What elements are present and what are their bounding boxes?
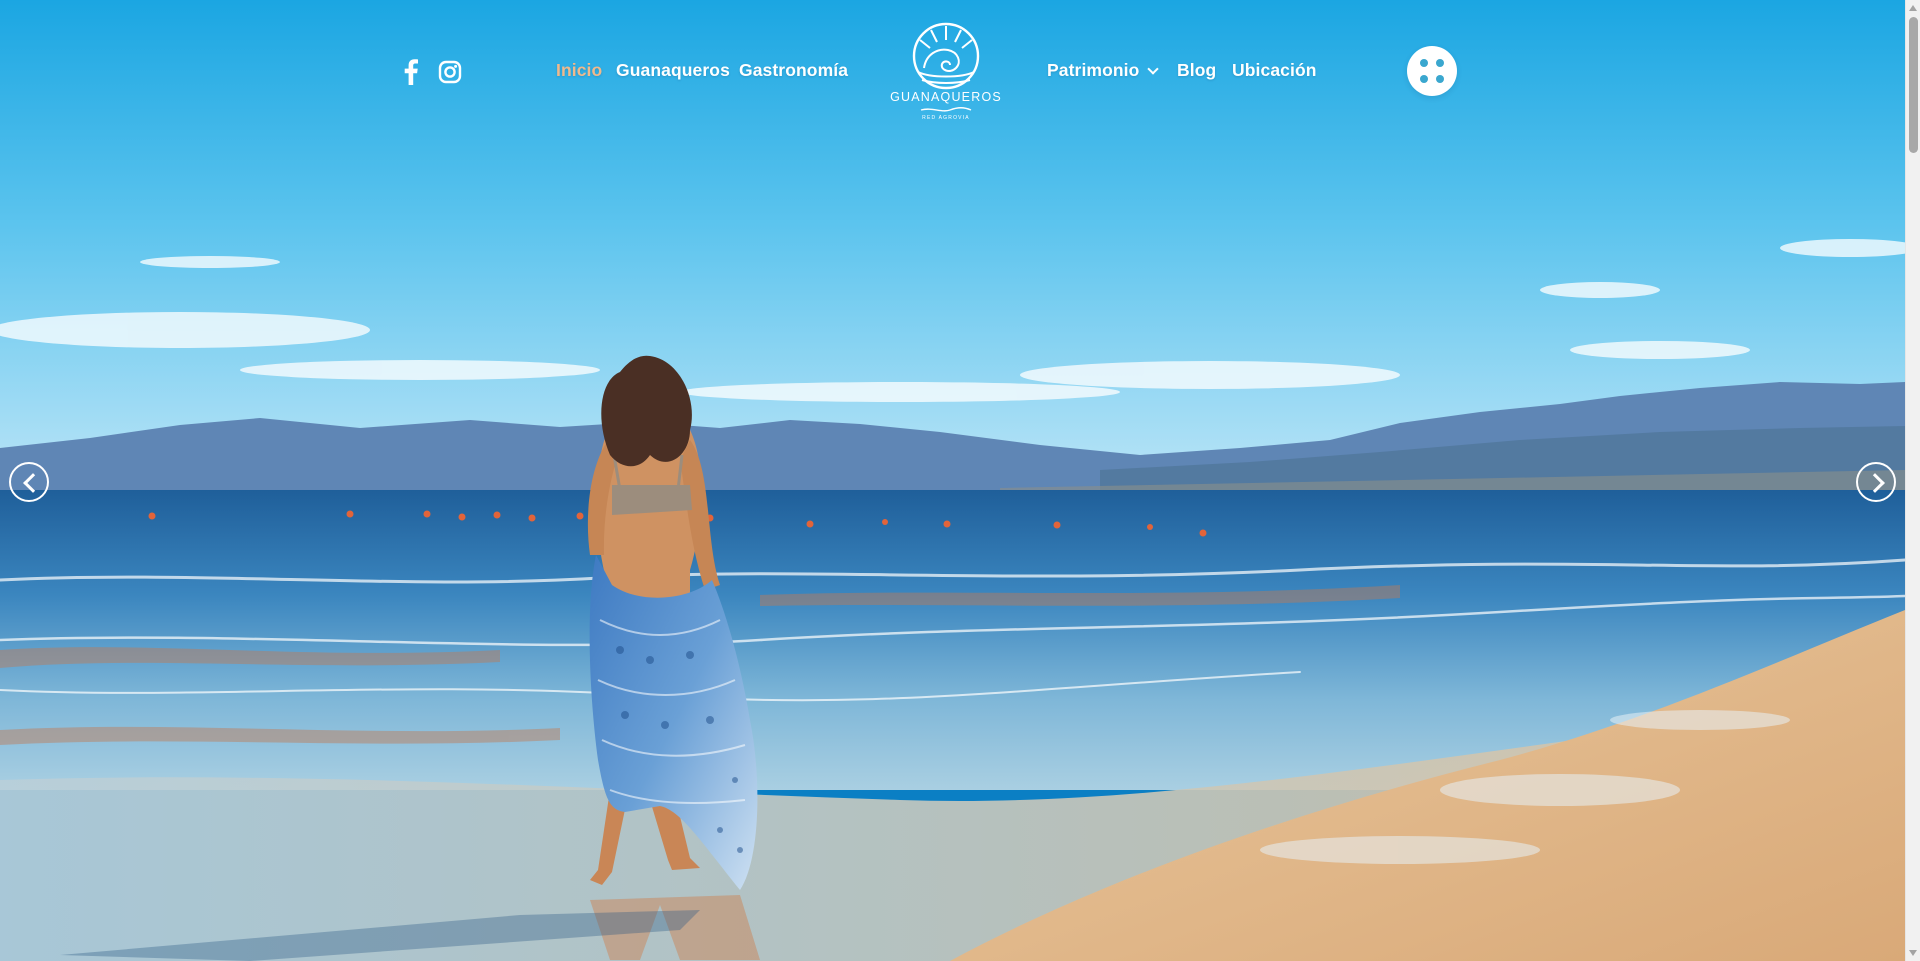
menu-toggle-button[interactable] (1407, 46, 1457, 96)
logo-wordmark: GUANAQUEROS (890, 90, 1002, 104)
logo-wave-divider (920, 107, 972, 112)
page-scrollbar[interactable] (1905, 0, 1920, 961)
instagram-icon (438, 60, 462, 84)
nav-blog[interactable]: Blog (1177, 60, 1216, 86)
hero-beach-photo (0, 0, 1905, 961)
slider-prev-button[interactable] (9, 462, 49, 502)
facebook-icon (404, 59, 418, 85)
site-header: Inicio Guanaqueros Gastronomía GUANAQUER… (0, 0, 1905, 130)
logo-tagline: RED AGROVIA (922, 115, 970, 121)
chevron-down-icon (1147, 63, 1160, 75)
scrollbar-thumb[interactable] (1909, 17, 1918, 153)
facebook-link[interactable] (395, 56, 427, 88)
nav-guanaqueros[interactable]: Guanaqueros (616, 60, 730, 86)
shell-sun-logo-icon (912, 22, 980, 90)
site-logo[interactable]: GUANAQUEROS RED AGROVIA (890, 20, 1002, 126)
hero-slide (0, 0, 1905, 961)
nav-ubicacion[interactable]: Ubicación (1232, 60, 1317, 86)
instagram-link[interactable] (434, 56, 466, 88)
nav-patrimonio-label: Patrimonio (1047, 60, 1140, 80)
scroll-up-arrow-icon[interactable] (1909, 5, 1917, 11)
scroll-down-arrow-icon[interactable] (1909, 950, 1917, 956)
nav-patrimonio[interactable]: Patrimonio (1047, 60, 1160, 86)
slider-next-button[interactable] (1856, 462, 1896, 502)
nav-gastronomia[interactable]: Gastronomía (739, 60, 848, 86)
nav-inicio[interactable]: Inicio (556, 60, 602, 86)
